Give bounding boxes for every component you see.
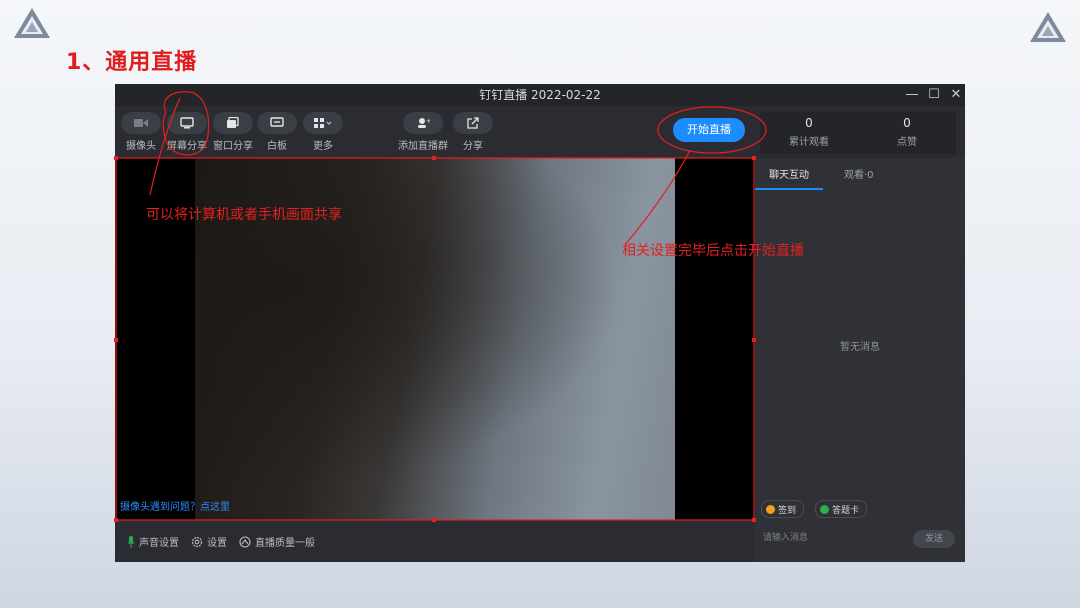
window-share-icon xyxy=(227,117,239,128)
start-live-button[interactable]: 开始直播 xyxy=(673,118,745,142)
minimize-button[interactable]: — xyxy=(901,84,923,106)
bottom-bar: 声音设置 设置 直播质量一般 xyxy=(115,520,755,562)
audio-settings-label: 声音设置 xyxy=(139,538,179,549)
whiteboard-icon xyxy=(270,117,284,127)
views-label: 累计观看 xyxy=(789,137,829,148)
stream-quality-indicator[interactable]: 直播质量一般 xyxy=(239,534,315,549)
camera-icon xyxy=(134,119,148,127)
window-title: 钉钉直播 2022-02-22 xyxy=(479,88,601,102)
share-icon xyxy=(467,117,479,129)
share-button[interactable]: 分享 xyxy=(443,112,503,152)
audio-settings-button[interactable]: 声音设置 xyxy=(127,534,179,549)
settings-label: 设置 xyxy=(207,538,227,549)
likes-count: 0 xyxy=(903,116,911,130)
stats-panel: 0 累计观看 0 点赞 xyxy=(760,112,956,154)
chat-sidebar: 聊天互动 观看·0 暂无消息 签到 答题卡 请输入消息 发送 xyxy=(755,158,965,562)
more-label: 更多 xyxy=(313,141,333,152)
maximize-button[interactable]: ☐ xyxy=(923,84,945,106)
tab-viewers[interactable]: 观看·0 xyxy=(844,166,874,181)
active-tab-indicator xyxy=(755,188,823,190)
chat-input[interactable]: 请输入消息 xyxy=(763,530,808,543)
quiz-card-button[interactable]: 答题卡 xyxy=(815,500,868,518)
share-annotation: 可以将计算机或者手机画面共享 xyxy=(146,207,342,223)
checkin-label: 签到 xyxy=(778,505,797,516)
empty-messages: 暂无消息 xyxy=(840,342,880,353)
toolbar: 摄像头 屏幕分享 窗口分享 白板 更多 + 添加直播群 分享 xyxy=(115,106,755,158)
screen-share-icon xyxy=(180,117,194,129)
triangle-logo-icon xyxy=(1030,12,1066,42)
share-label: 分享 xyxy=(463,141,483,152)
live-stream-window: 钉钉直播 2022-02-22 — ☐ ✕ 摄像头 屏幕分享 窗口分享 白板 更… xyxy=(115,84,965,562)
likes-label: 点赞 xyxy=(897,137,917,148)
camera-help-link[interactable]: 摄像头遇到问题？点这里 xyxy=(120,498,230,513)
close-button[interactable]: ✕ xyxy=(945,84,965,106)
more-apps-icon xyxy=(314,118,332,128)
more-button[interactable]: 更多 xyxy=(293,112,353,152)
triangle-logo-icon xyxy=(14,8,50,38)
title-bar: 钉钉直播 2022-02-22 xyxy=(115,84,965,106)
checkin-icon xyxy=(766,504,775,514)
start-annotation: 相关设置完毕后点击开始直播 xyxy=(622,243,804,259)
add-group-icon: + xyxy=(418,117,430,128)
likes-stat: 0 点赞 xyxy=(858,116,956,148)
views-count: 0 xyxy=(805,116,813,130)
quality-icon xyxy=(239,535,251,548)
slide-title: 1、通用直播 xyxy=(66,50,198,75)
quiz-card-icon xyxy=(820,504,829,514)
svg-text:+: + xyxy=(426,117,430,125)
settings-button[interactable]: 设置 xyxy=(191,534,227,549)
gear-icon xyxy=(191,536,203,547)
stream-quality-label: 直播质量一般 xyxy=(255,538,315,549)
microphone-icon xyxy=(127,535,135,548)
quiz-card-label: 答题卡 xyxy=(832,505,860,516)
tab-chat[interactable]: 聊天互动 xyxy=(769,166,809,181)
views-stat: 0 累计观看 xyxy=(760,116,858,148)
send-button[interactable]: 发送 xyxy=(913,530,955,548)
checkin-button[interactable]: 签到 xyxy=(761,500,805,518)
